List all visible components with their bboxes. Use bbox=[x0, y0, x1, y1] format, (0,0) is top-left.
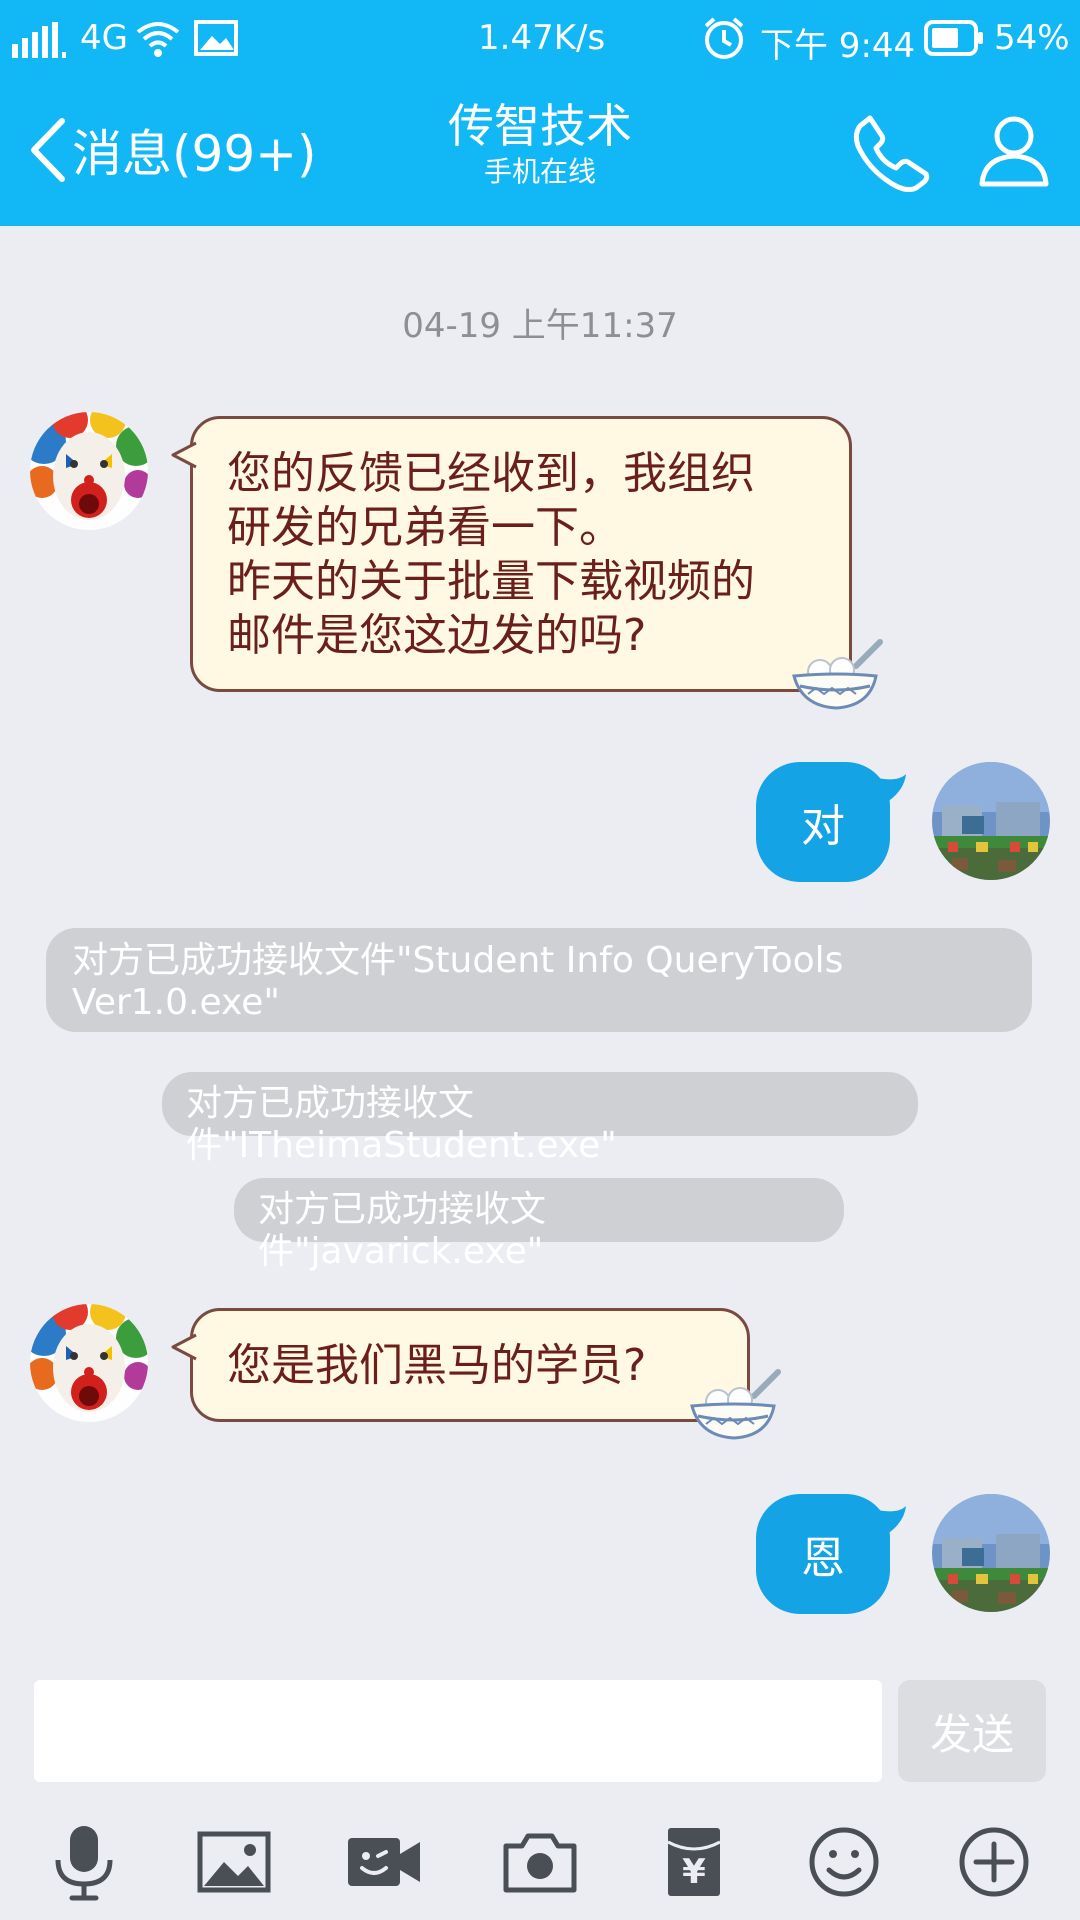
battery-icon bbox=[924, 20, 983, 56]
message-text: 恩 bbox=[801, 1533, 845, 1584]
bubble-tail bbox=[171, 441, 197, 469]
user-avatar[interactable] bbox=[932, 762, 1050, 880]
bubble-tail bbox=[878, 774, 906, 804]
microphone-icon[interactable] bbox=[44, 1822, 124, 1902]
battery-level: 54% bbox=[994, 18, 1070, 58]
bubble-tail bbox=[878, 1506, 906, 1536]
picture-icon bbox=[194, 20, 238, 56]
tangyuan-bowl-icon bbox=[690, 1369, 781, 1440]
contact-avatar[interactable] bbox=[30, 1304, 148, 1422]
camera-icon[interactable] bbox=[500, 1822, 580, 1902]
profile-icon[interactable] bbox=[976, 112, 1052, 188]
minecraft-avatar-image bbox=[932, 762, 1050, 880]
send-button[interactable]: 发送 bbox=[898, 1680, 1046, 1782]
message-input[interactable] bbox=[34, 1680, 882, 1782]
image-icon[interactable] bbox=[194, 1822, 274, 1902]
signal-icon bbox=[12, 22, 66, 58]
contact-avatar[interactable] bbox=[30, 412, 148, 530]
system-message-line: Ver1.0.exe" bbox=[72, 982, 280, 1023]
clown-avatar-image bbox=[30, 1304, 148, 1422]
system-message: 对方已成功接收文件"ITheimaStudent.exe" bbox=[162, 1072, 918, 1166]
minecraft-avatar-image bbox=[932, 1494, 1050, 1612]
message-text: 对 bbox=[801, 801, 845, 852]
system-message-line: 对方已成功接收文件"javarick.exe" bbox=[258, 1189, 547, 1272]
tangyuan-bowl-icon bbox=[792, 639, 883, 710]
system-message: 对方已成功接收文件"Student Info QueryTools Ver1.0… bbox=[46, 928, 1032, 1032]
back-label: 消息(99+) bbox=[72, 125, 317, 183]
message-timestamp: 04-19 上午11:37 bbox=[402, 306, 678, 346]
phone-icon[interactable] bbox=[852, 112, 932, 192]
wifi-icon bbox=[136, 22, 180, 57]
plus-icon[interactable] bbox=[954, 1822, 1034, 1902]
back-button[interactable]: 消息(99+) bbox=[28, 110, 317, 190]
message-line: 邮件是您这边发的吗? bbox=[227, 610, 647, 661]
chat-title-block: 传智技术 手机在线 bbox=[340, 98, 740, 190]
red-packet-icon[interactable]: ¥ bbox=[654, 1822, 734, 1902]
incoming-message-bubble[interactable]: 您是我们黑马的学员? bbox=[171, 1308, 750, 1422]
chat-title: 传智技术 bbox=[448, 99, 632, 153]
top-bar: 4G 1.47K/s 下午 9:44 54% 消息(99+) 传智技术 手机在线 bbox=[0, 0, 1080, 226]
red-packet-symbol: ¥ bbox=[682, 1852, 706, 1892]
chevron-left-icon bbox=[31, 118, 65, 182]
message-line: 昨天的关于批量下载视频的 bbox=[227, 556, 755, 607]
clown-avatar-image bbox=[30, 412, 148, 530]
system-message-line: 对方已成功接收文件"Student Info QueryTools bbox=[72, 940, 844, 981]
system-message: 对方已成功接收文件"javarick.exe" bbox=[234, 1178, 844, 1272]
video-icon[interactable] bbox=[344, 1822, 424, 1902]
system-message-line: 对方已成功接收文件"ITheimaStudent.exe" bbox=[186, 1083, 617, 1166]
message-line: 您的反馈已经收到，我组织 bbox=[227, 448, 755, 499]
bubble-tail bbox=[171, 1333, 197, 1361]
alarm-icon bbox=[704, 17, 744, 59]
outgoing-message-bubble[interactable]: 恩 bbox=[756, 1494, 906, 1614]
network-speed: 1.47K/s bbox=[478, 18, 606, 58]
clock: 下午 9:44 bbox=[760, 26, 916, 66]
online-status: 手机在线 bbox=[483, 155, 596, 188]
user-avatar[interactable] bbox=[932, 1494, 1050, 1612]
message-text: 您是我们黑马的学员? bbox=[227, 1340, 647, 1391]
emoji-icon[interactable] bbox=[804, 1822, 884, 1902]
outgoing-message-bubble[interactable]: 对 bbox=[756, 762, 906, 882]
message-line: 研发的兄弟看一下。 bbox=[227, 502, 623, 553]
incoming-message-bubble[interactable]: 您的反馈已经收到，我组织 研发的兄弟看一下。 昨天的关于批量下载视频的 邮件是您… bbox=[171, 416, 852, 692]
network-type: 4G bbox=[80, 18, 128, 58]
